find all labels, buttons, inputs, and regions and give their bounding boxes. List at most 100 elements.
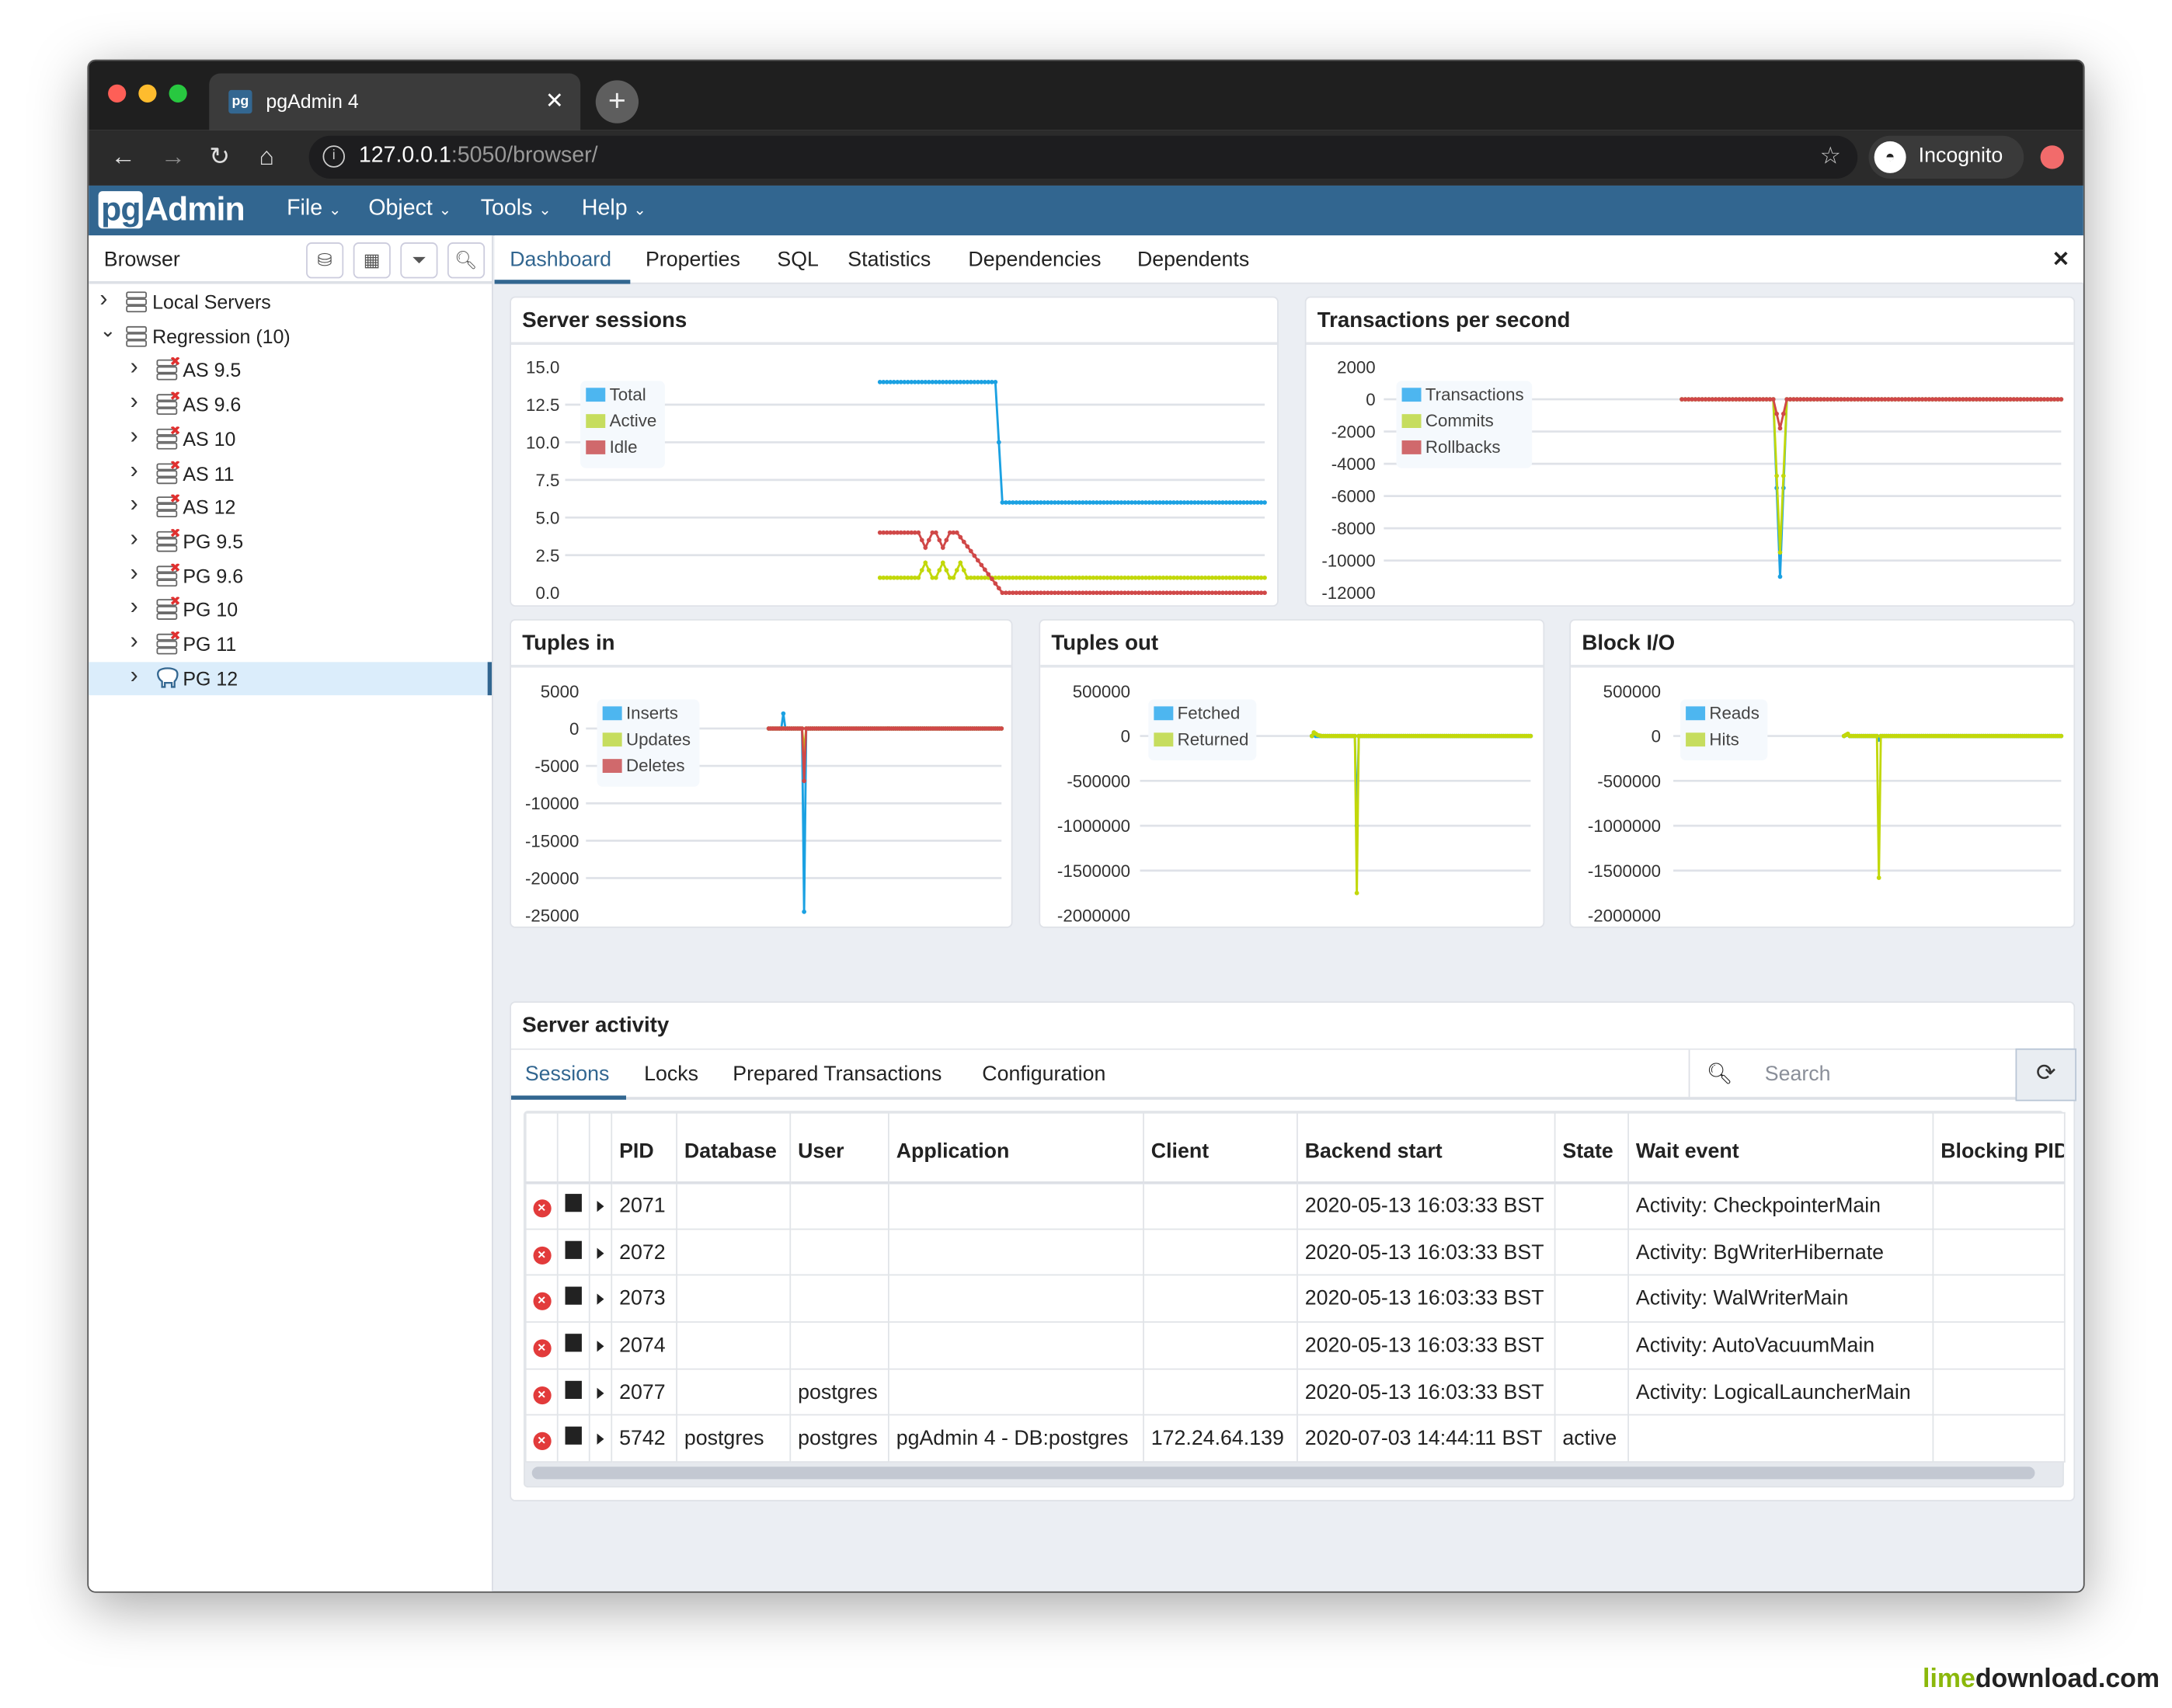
chevron-right-icon[interactable]: › — [131, 628, 138, 656]
search-objects-button[interactable]: 🔍︎ — [447, 242, 486, 279]
menu-file[interactable]: File ⌄ — [287, 197, 341, 221]
column-header[interactable]: User — [789, 1111, 889, 1184]
legend-item[interactable]: Rollbacks — [1401, 437, 1524, 464]
maximize-window-button[interactable] — [169, 84, 187, 103]
search-input[interactable]: Search — [1765, 1063, 1831, 1086]
column-header[interactable]: Backend start — [1297, 1111, 1556, 1184]
url-field[interactable]: i 127.0.0.1:5050/browser/ ☆ — [308, 135, 1858, 179]
tree-item[interactable]: › AS 9.5 — [89, 353, 492, 388]
terminate-session-icon[interactable]: × — [532, 1432, 551, 1451]
tab-dependents[interactable]: Dependents — [1137, 248, 1249, 271]
back-icon[interactable]: ← — [111, 143, 136, 172]
close-panel-icon[interactable]: ✕ — [2052, 246, 2069, 271]
tree-item[interactable]: › PG 9.5 — [89, 525, 492, 559]
terminate-session-icon[interactable]: × — [532, 1386, 551, 1404]
home-icon[interactable]: ⌂ — [259, 143, 273, 172]
chevron-right-icon[interactable]: › — [131, 525, 138, 553]
view-data-button[interactable]: ▦ — [353, 242, 391, 279]
chevron-down-icon[interactable]: ⌄ — [99, 318, 116, 342]
tab-sessions[interactable]: Sessions — [525, 1063, 610, 1086]
tree-item[interactable]: › AS 9.6 — [89, 388, 492, 422]
chevron-right-icon[interactable]: › — [131, 491, 138, 519]
cancel-query-icon[interactable] — [565, 1427, 582, 1445]
cancel-query-icon[interactable] — [565, 1380, 582, 1399]
column-header[interactable]: PID — [611, 1111, 677, 1184]
column-header[interactable]: Wait event — [1627, 1111, 1934, 1184]
menu-object[interactable]: Object ⌄ — [368, 197, 451, 221]
legend-item[interactable]: Commits — [1401, 412, 1524, 438]
minimize-window-button[interactable] — [138, 84, 157, 103]
chevron-right-icon[interactable]: › — [131, 353, 138, 381]
tab-prepared-transactions[interactable]: Prepared Transactions — [733, 1063, 942, 1086]
column-header[interactable]: Blocking PIDs — [1932, 1111, 2066, 1184]
tree-item[interactable]: › PG 11 — [89, 628, 492, 662]
tree-item[interactable]: › PG 10 — [89, 593, 492, 628]
menu-help[interactable]: Help ⌄ — [582, 197, 646, 221]
terminate-session-icon[interactable]: × — [532, 1292, 551, 1311]
expand-row-icon[interactable] — [597, 1340, 604, 1352]
tab-properties[interactable]: Properties — [646, 248, 740, 271]
query-tool-button[interactable]: ⛁ — [306, 242, 344, 279]
close-window-button[interactable] — [108, 84, 127, 103]
terminate-session-icon[interactable]: × — [532, 1339, 551, 1358]
menu-tools[interactable]: Tools ⌄ — [481, 197, 552, 221]
reload-icon[interactable]: ↻ — [209, 143, 230, 172]
tab-dependencies[interactable]: Dependencies — [968, 248, 1101, 271]
expand-row-icon[interactable] — [597, 1247, 604, 1259]
forward-icon[interactable]: → — [161, 143, 186, 172]
tree-item[interactable]: › Local Servers — [89, 285, 492, 319]
tab-locks[interactable]: Locks — [644, 1063, 698, 1086]
expand-row-icon[interactable] — [597, 1201, 604, 1212]
chevron-right-icon[interactable]: › — [99, 285, 107, 313]
cancel-query-icon[interactable] — [565, 1194, 582, 1212]
cancel-query-icon[interactable] — [565, 1334, 582, 1352]
refresh-button[interactable]: ⟳ — [2015, 1048, 2076, 1101]
column-header[interactable]: State — [1554, 1111, 1629, 1184]
chevron-right-icon[interactable]: › — [131, 388, 138, 416]
column-header[interactable]: Database — [676, 1111, 792, 1184]
filtered-rows-button[interactable]: ⏷ — [400, 242, 438, 279]
chevron-right-icon[interactable]: › — [131, 559, 138, 587]
tree-item[interactable]: › AS 10 — [89, 423, 492, 457]
tab-dashboard[interactable]: Dashboard — [510, 248, 611, 271]
legend-item[interactable]: Deletes — [602, 757, 691, 783]
browser-tab[interactable]: pg pgAdmin 4 ✕ — [209, 73, 581, 130]
tree-item[interactable]: › PG 12 — [89, 661, 493, 696]
tree-item[interactable]: › AS 12 — [89, 491, 492, 525]
activity-search[interactable]: 🔍︎ Search — [1688, 1049, 2014, 1098]
legend-item[interactable]: Inserts — [602, 704, 691, 730]
terminate-session-icon[interactable]: × — [532, 1199, 551, 1218]
tab-configuration[interactable]: Configuration — [982, 1063, 1105, 1086]
bookmark-star-icon[interactable]: ☆ — [1820, 143, 1841, 171]
chevron-right-icon[interactable]: › — [131, 457, 138, 485]
info-icon[interactable]: i — [322, 145, 346, 168]
expand-row-icon[interactable] — [597, 1293, 604, 1306]
legend-item[interactable]: Updates — [602, 730, 691, 757]
chevron-right-icon[interactable]: › — [131, 662, 138, 690]
tab-sql[interactable]: SQL — [777, 248, 819, 271]
new-tab-button[interactable]: + — [595, 80, 639, 123]
tree-item[interactable]: › PG 9.6 — [89, 559, 492, 593]
legend-item[interactable]: Fetched — [1154, 704, 1248, 730]
expand-row-icon[interactable] — [597, 1387, 604, 1399]
horizontal-scrollbar[interactable] — [531, 1466, 2035, 1480]
legend-item[interactable]: Returned — [1154, 730, 1248, 757]
close-tab-icon[interactable]: ✕ — [545, 87, 564, 115]
legend-item[interactable]: Total — [586, 385, 656, 412]
legend-item[interactable]: Transactions — [1401, 385, 1524, 412]
legend-item[interactable]: Hits — [1686, 730, 1760, 757]
legend-item[interactable]: Active — [586, 412, 656, 438]
tree-item[interactable]: ⌄ Regression (10) — [89, 318, 492, 353]
terminate-session-icon[interactable]: × — [532, 1246, 551, 1264]
column-header[interactable]: Application — [888, 1111, 1144, 1184]
tree-item[interactable]: › AS 11 — [89, 457, 492, 491]
cancel-query-icon[interactable] — [565, 1286, 582, 1306]
incognito-badge[interactable]: ◓ Incognito — [1868, 135, 2024, 179]
extension-icon[interactable] — [2040, 145, 2064, 169]
column-header[interactable]: Client — [1143, 1111, 1298, 1184]
legend-item[interactable]: Idle — [586, 437, 656, 464]
cancel-query-icon[interactable] — [565, 1240, 582, 1259]
chevron-right-icon[interactable]: › — [131, 593, 138, 621]
tab-statistics[interactable]: Statistics — [848, 248, 931, 271]
chevron-right-icon[interactable]: › — [131, 423, 138, 450]
